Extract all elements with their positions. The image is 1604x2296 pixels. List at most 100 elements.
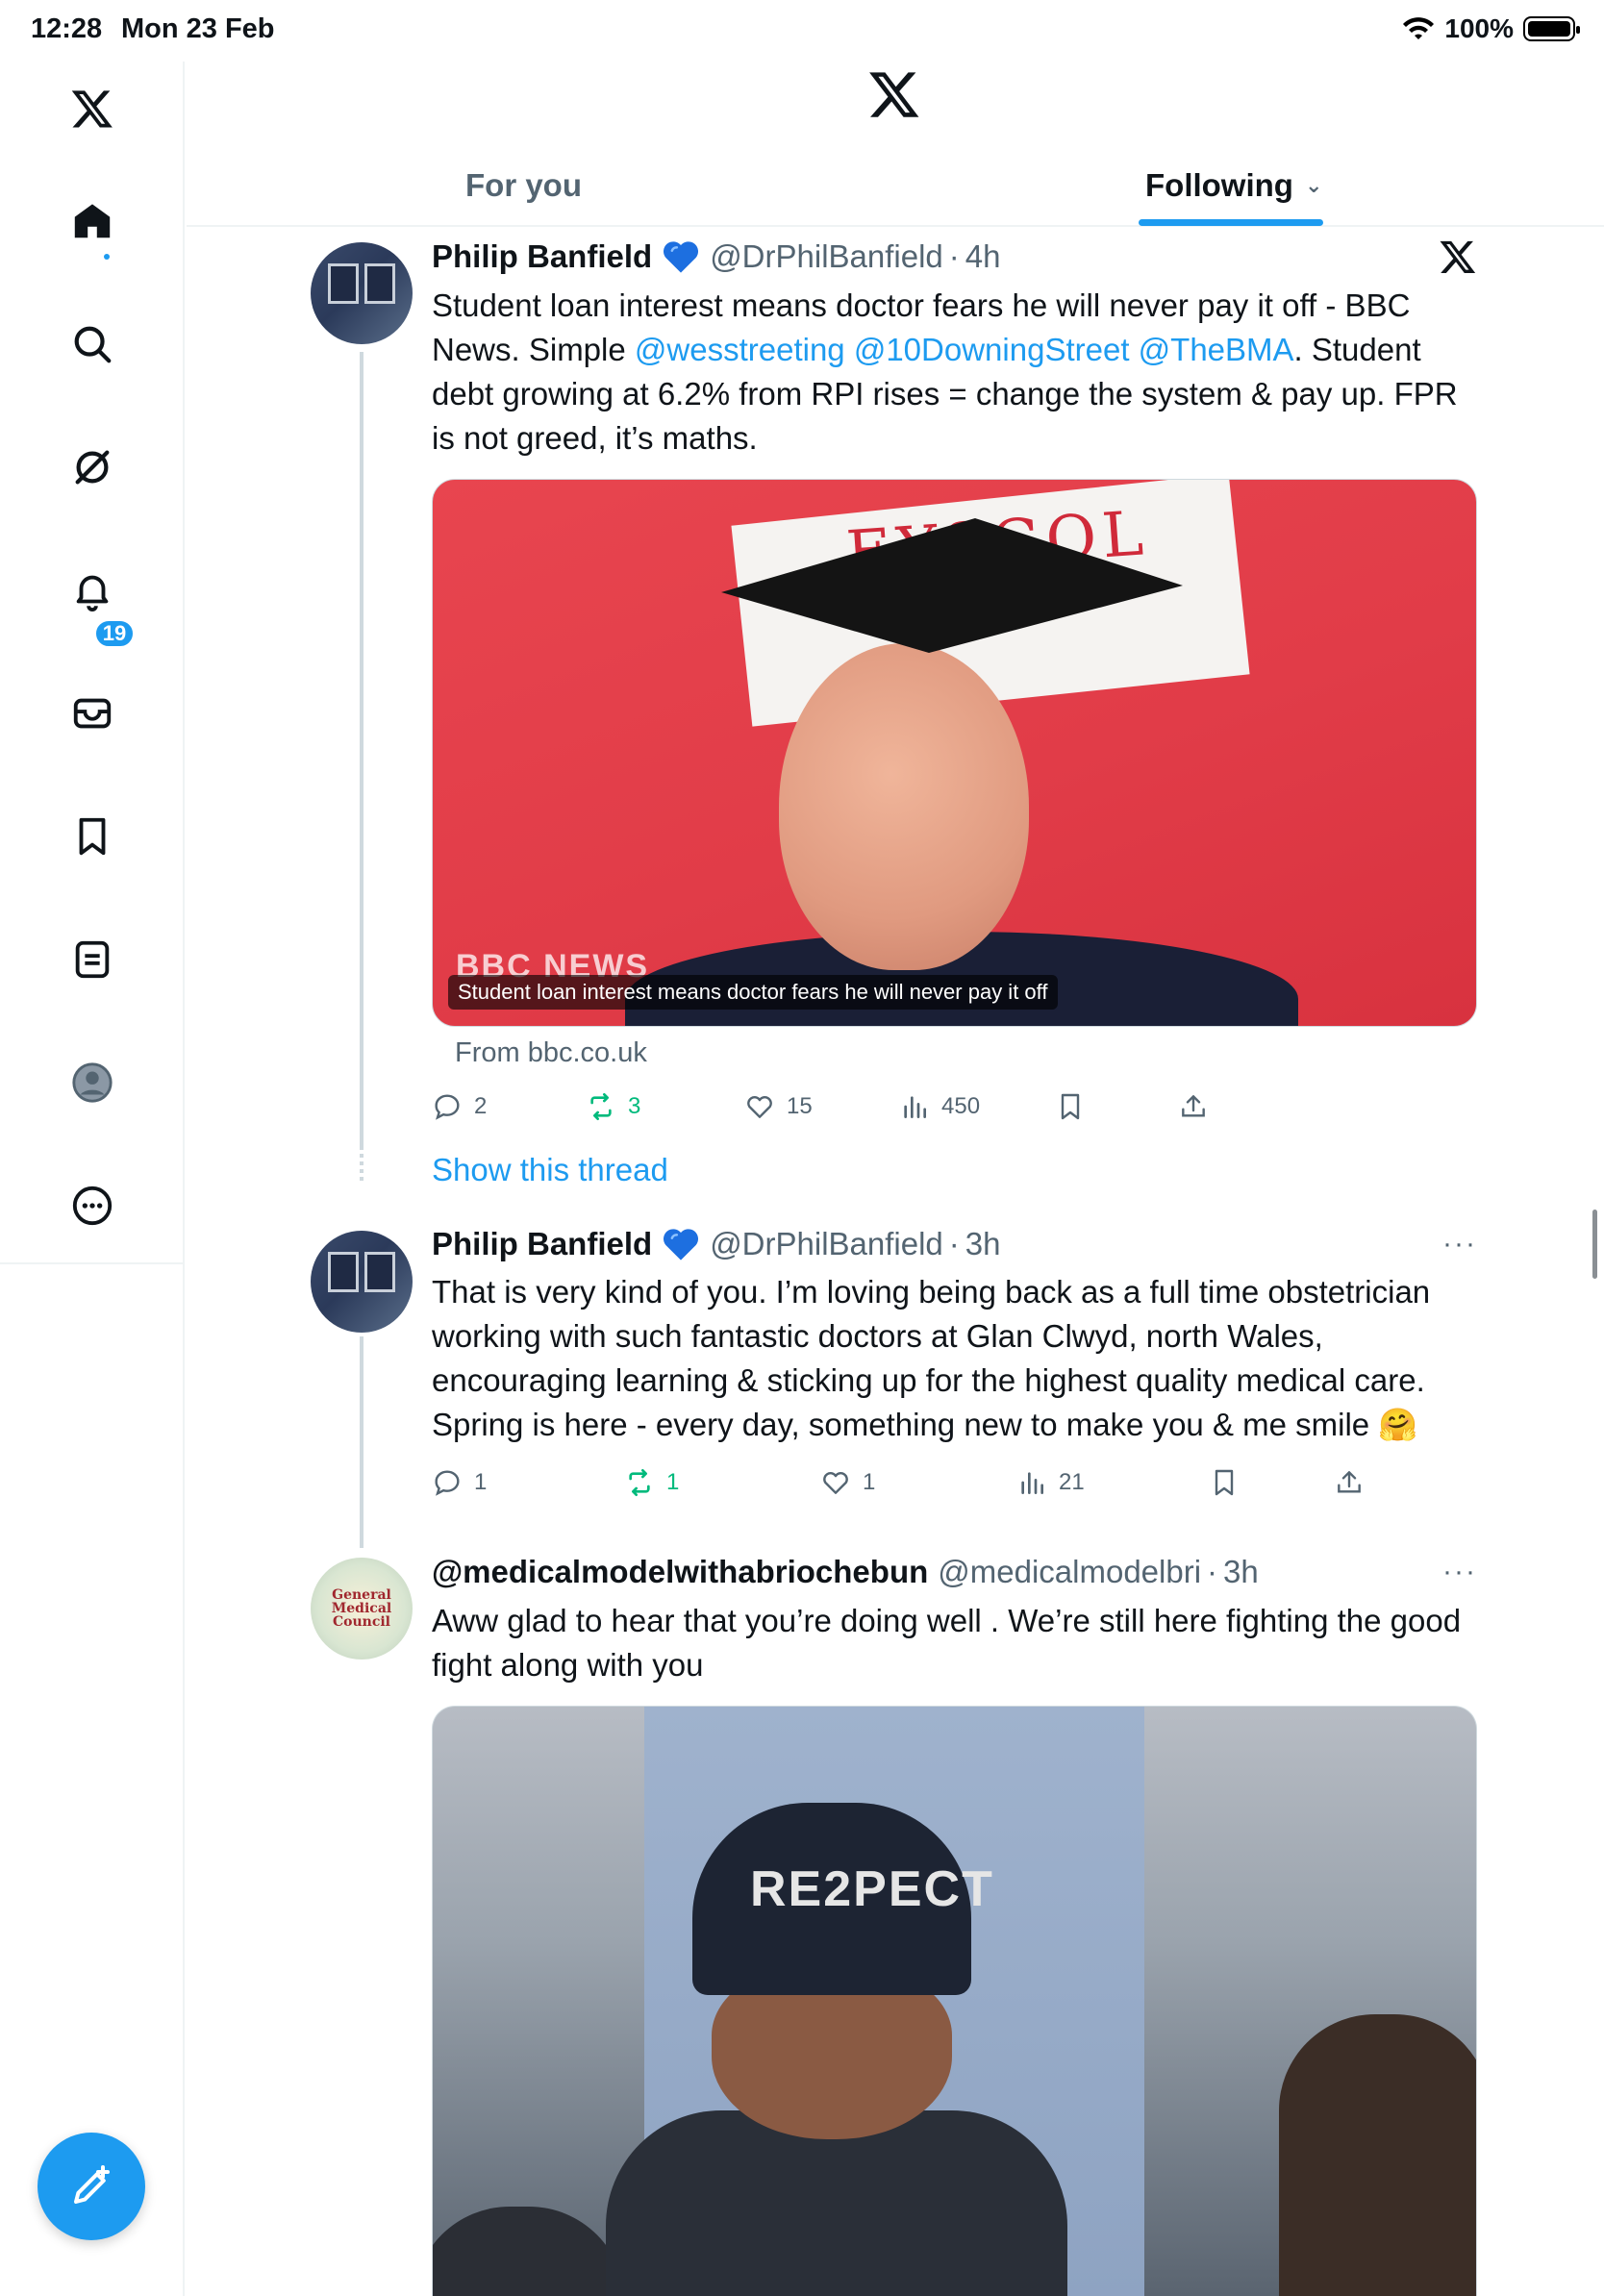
mention-link[interactable]: @wesstreeting xyxy=(635,332,845,367)
author-name[interactable]: Philip Banfield xyxy=(432,238,652,275)
tweet-time[interactable]: 3h xyxy=(1223,1554,1259,1590)
x-logo-icon[interactable] xyxy=(867,67,921,121)
thread-gap-dots xyxy=(360,1154,363,1185)
thread-line xyxy=(360,1336,363,1548)
avatar-text: General Medical Council xyxy=(331,1587,392,1630)
reply-icon xyxy=(435,1470,460,1496)
like-count: 15 xyxy=(787,1093,813,1119)
x-logo-icon[interactable] xyxy=(63,79,122,138)
bookmark-button[interactable] xyxy=(1055,1087,1086,1126)
background-person-right xyxy=(1279,2014,1476,2296)
retweet-icon xyxy=(590,1093,612,1120)
tweet-header: Philip Banfield @DrPhilBanfield · 3h xyxy=(432,1226,1001,1262)
timeline-tabs: For you Following ⌄ xyxy=(187,144,1604,227)
status-bar: 12:28 Mon 23 Feb 100% xyxy=(0,0,1604,62)
tweet-actions: 2 3 15 450 xyxy=(432,1087,1477,1126)
tweet-text: That is very kind of you. I’m loving bei… xyxy=(432,1274,1431,1442)
reply-button[interactable]: 2 xyxy=(432,1087,487,1126)
like-button[interactable]: 15 xyxy=(744,1087,813,1126)
grok-icon[interactable] xyxy=(63,437,122,497)
views-button[interactable]: 450 xyxy=(899,1087,980,1126)
retweet-button[interactable]: 3 xyxy=(586,1087,640,1126)
bookmark-icon xyxy=(1215,1469,1234,1496)
tab-following[interactable]: Following ⌄ xyxy=(1145,144,1322,227)
like-count: 1 xyxy=(863,1469,876,1495)
views-count: 450 xyxy=(941,1093,981,1119)
share-button[interactable] xyxy=(1178,1087,1209,1126)
x-logo-icon xyxy=(1440,240,1476,273)
tweet-actions: 1 1 1 21 xyxy=(432,1463,1477,1502)
author-handle[interactable]: @DrPhilBanfield xyxy=(710,1226,943,1262)
home-icon[interactable] xyxy=(63,191,122,251)
verified-heart-icon xyxy=(662,1226,700,1262)
sidebar: 19 xyxy=(0,62,185,2296)
battery-icon xyxy=(1523,16,1580,41)
views-button[interactable]: 21 xyxy=(1016,1463,1085,1502)
avatar[interactable] xyxy=(311,1231,413,1333)
mention-link[interactable]: @10DowningStreet xyxy=(854,332,1130,367)
tweet-text-part xyxy=(1129,332,1138,367)
tab-selected-indicator xyxy=(1139,219,1323,226)
status-date: Mon 23 Feb xyxy=(121,13,275,44)
tweet-text: Aww glad to hear that you’re doing well … xyxy=(432,1603,1462,1683)
list-icon[interactable] xyxy=(63,930,122,989)
home-unread-dot xyxy=(104,254,110,260)
retweet-icon xyxy=(629,1469,650,1496)
card-caption-box: Student loan interest means doctor fears… xyxy=(448,975,1058,1010)
thread-line xyxy=(360,352,363,1150)
show-thread-link[interactable]: Show this thread xyxy=(432,1152,668,1188)
compose-icon xyxy=(74,2165,110,2204)
tweet-time[interactable]: 3h xyxy=(965,1226,1001,1262)
retweet-button[interactable]: 1 xyxy=(624,1463,679,1502)
more-options-icon[interactable]: ··· xyxy=(1442,1225,1477,1263)
reply-count: 2 xyxy=(474,1093,488,1119)
status-time: 12:28 xyxy=(31,13,103,44)
heart-icon xyxy=(747,1095,772,1118)
retweet-count: 1 xyxy=(666,1469,680,1495)
like-button[interactable]: 1 xyxy=(820,1463,875,1502)
mail-icon[interactable] xyxy=(63,684,122,743)
wifi-icon xyxy=(1403,17,1435,39)
tab-label: For you xyxy=(465,167,582,203)
tweet-time[interactable]: 4h xyxy=(965,238,1001,275)
author-handle[interactable]: @DrPhilBanfield xyxy=(710,238,943,275)
avatar[interactable]: General Medical Council xyxy=(311,1558,413,1660)
retweet-count: 3 xyxy=(628,1093,641,1119)
tweet-header: Philip Banfield @DrPhilBanfield · 4h xyxy=(432,238,1001,275)
share-icon xyxy=(1338,1471,1361,1493)
mention-link[interactable]: @TheBMA xyxy=(1139,332,1294,367)
cap-text: RE2PECT xyxy=(750,1861,994,1917)
bookmark-icon[interactable] xyxy=(63,807,122,866)
scrollbar[interactable] xyxy=(1592,1210,1597,1279)
avatar-icon[interactable] xyxy=(63,1053,122,1112)
heart-icon xyxy=(823,1471,848,1494)
more-circle-icon[interactable] xyxy=(63,1176,122,1235)
views-icon xyxy=(1021,1472,1043,1494)
share-button[interactable] xyxy=(1334,1463,1365,1502)
author-name[interactable]: Philip Banfield xyxy=(432,1226,652,1262)
tab-for-you[interactable]: For you xyxy=(465,144,582,227)
verified-heart-icon xyxy=(662,238,700,275)
views-count: 21 xyxy=(1059,1469,1085,1495)
tweet-text-part xyxy=(845,332,854,367)
avatar[interactable] xyxy=(311,242,413,344)
bell-icon[interactable] xyxy=(63,561,122,620)
compose-button[interactable] xyxy=(38,2133,145,2240)
status-right: 100% xyxy=(1402,13,1580,44)
search-icon[interactable] xyxy=(63,314,122,374)
bookmark-icon xyxy=(1061,1093,1080,1120)
author-name[interactable]: @medicalmodelwithabriochebun xyxy=(432,1554,928,1590)
tweet-header: @medicalmodelwithabriochebun @medicalmod… xyxy=(432,1554,1259,1590)
reply-count: 1 xyxy=(474,1469,488,1495)
tweet-media-gif[interactable]: RE2PECT xyxy=(432,1706,1477,2296)
bookmark-button[interactable] xyxy=(1209,1463,1240,1502)
tab-label: Following xyxy=(1145,167,1293,203)
link-source[interactable]: From bbc.co.uk xyxy=(455,1037,647,1069)
chevron-down-icon[interactable]: ⌄ xyxy=(1305,173,1322,198)
link-card-image[interactable]: EYSGOL BBC NEWS Student loan interest me… xyxy=(432,479,1477,1027)
more-options-icon[interactable]: ··· xyxy=(1442,1553,1477,1591)
graduate-face xyxy=(779,643,1029,970)
author-handle[interactable]: @medicalmodelbri xyxy=(938,1554,1201,1590)
reply-button[interactable]: 1 xyxy=(432,1463,487,1502)
views-icon xyxy=(904,1096,926,1118)
